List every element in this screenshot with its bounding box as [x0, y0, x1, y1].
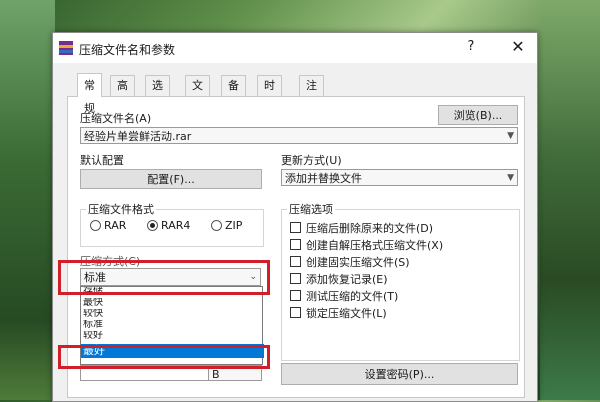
update-mode-select[interactable]: 添加并替换文件 ▼ [281, 169, 518, 186]
update-mode-label: 更新方式(U) [281, 154, 342, 167]
tab-options[interactable]: 选项 [145, 75, 170, 112]
tab-general[interactable]: 常规 [77, 73, 102, 115]
delete-after-compress-checkbox[interactable] [290, 222, 301, 233]
background-foliage-left [0, 0, 55, 400]
annotation-box-best-option [58, 345, 270, 369]
tab-backup[interactable]: 备份 [221, 75, 246, 112]
method-option-fast[interactable]: 较快 [81, 309, 264, 320]
close-button[interactable]: ✕ [507, 37, 529, 56]
create-solid-checkbox[interactable] [290, 256, 301, 267]
lock-archive-label: 锁定压缩文件(L) [306, 307, 387, 320]
help-button[interactable]: ? [461, 39, 481, 54]
tab-files[interactable]: 文件 [185, 75, 210, 112]
browse-button[interactable]: 浏览(B)... [438, 105, 518, 125]
add-recovery-record-label: 添加恢复记录(E) [306, 273, 388, 286]
dialog-titlebar: 压缩文件名和参数 ? ✕ [53, 33, 537, 63]
format-rar-radio[interactable] [90, 220, 101, 231]
chevron-down-icon[interactable]: ▼ [507, 170, 514, 187]
create-solid-label: 创建固实压缩文件(S) [306, 256, 410, 269]
test-archived-files-checkbox[interactable] [290, 290, 301, 301]
default-config-label: 默认配置 [80, 154, 124, 167]
format-zip-radio[interactable] [211, 220, 222, 231]
archive-name-input[interactable]: 经验片单尝鲜活动.rar ▼ [80, 127, 518, 144]
set-password-button[interactable]: 设置密码(P)... [281, 363, 518, 385]
compression-options-group-title: 压缩选项 [287, 201, 335, 217]
method-option-good[interactable]: 较好 [81, 331, 264, 342]
method-option-fastest[interactable]: 最快 [81, 298, 264, 309]
split-unit-value: B [212, 368, 220, 381]
tab-comment[interactable]: 注释 [299, 75, 324, 112]
create-sfx-label: 创建自解压格式压缩文件(X) [306, 239, 444, 252]
add-recovery-record-checkbox[interactable] [290, 273, 301, 284]
background-foliage-right [540, 0, 600, 400]
format-rar-label: RAR [104, 219, 127, 232]
archive-format-group-title: 压缩文件格式 [86, 201, 156, 217]
chevron-down-icon[interactable]: ▼ [507, 128, 514, 145]
dialog-title: 压缩文件名和参数 [79, 43, 176, 57]
update-mode-value: 添加并替换文件 [285, 172, 362, 185]
annotation-box-method-select [58, 260, 270, 295]
tab-advanced[interactable]: 高级 [110, 75, 135, 112]
lock-archive-checkbox[interactable] [290, 307, 301, 318]
tab-time[interactable]: 时间 [257, 75, 282, 112]
config-button[interactable]: 配置(F)... [80, 169, 262, 189]
format-zip-label: ZIP [225, 219, 243, 232]
winrar-icon [59, 41, 73, 55]
create-sfx-checkbox[interactable] [290, 239, 301, 250]
method-option-normal[interactable]: 标准 [81, 320, 264, 331]
format-rar4-radio[interactable] [147, 220, 158, 231]
test-archived-files-label: 测试压缩的文件(T) [306, 290, 399, 303]
delete-after-compress-label: 压缩后删除原来的文件(D) [306, 222, 434, 235]
archive-name-value: 经验片单尝鲜活动.rar [84, 130, 192, 143]
format-rar4-label: RAR4 [161, 219, 191, 232]
